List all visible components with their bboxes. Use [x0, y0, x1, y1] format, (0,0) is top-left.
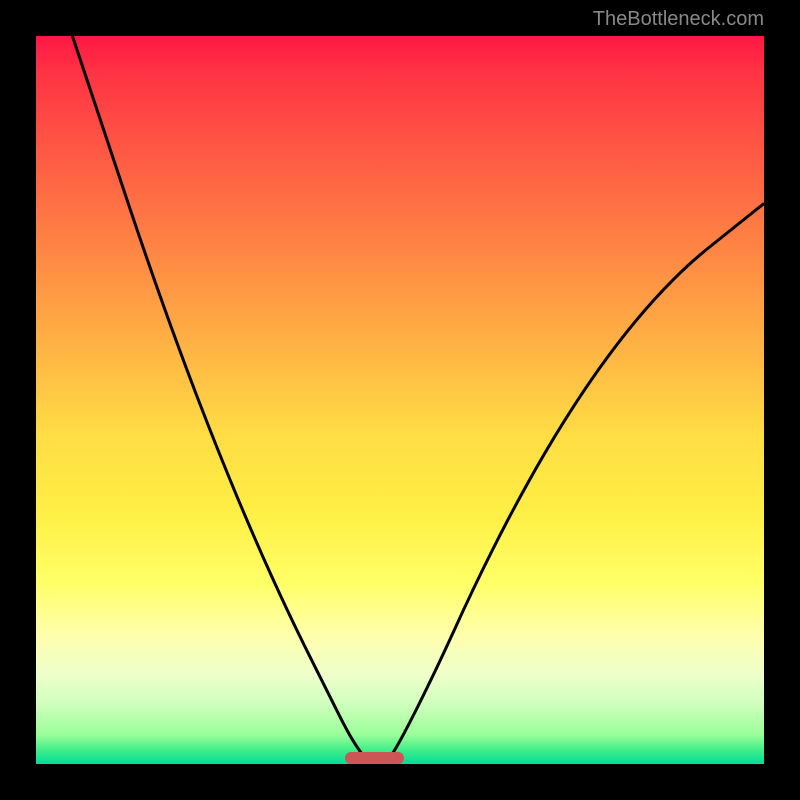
- right-curve: [385, 203, 764, 764]
- watermark-text: TheBottleneck.com: [593, 8, 764, 31]
- left-curve: [72, 36, 370, 764]
- bottleneck-marker: [345, 752, 403, 764]
- chart-area: [36, 36, 764, 764]
- curves-svg: [36, 36, 764, 764]
